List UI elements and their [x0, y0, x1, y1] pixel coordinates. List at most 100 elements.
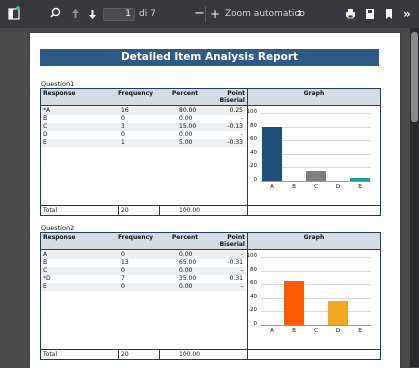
bar-e [349, 177, 371, 181]
x-tick-label: D [335, 328, 341, 334]
table-row: *A 16 80.00 0.25 [41, 107, 246, 115]
table-header: Response Frequency Percent Point Biseria… [41, 233, 380, 250]
table-row: A 0 0.00 - [41, 251, 246, 259]
gridline [261, 257, 371, 258]
table-row: E 0 0.00 - [41, 283, 246, 291]
frequency-cell: 0 [121, 251, 125, 258]
x-tick-label: E [358, 184, 362, 190]
total-percent: 100.00 [179, 351, 200, 358]
bar-b [283, 280, 305, 325]
percent-cell: 35.00 [179, 275, 197, 282]
header-response: Response [43, 90, 76, 97]
point-biserial-cell: -0.13 [227, 123, 243, 130]
print-icon[interactable] [345, 0, 356, 28]
bar-d [327, 301, 349, 325]
table-row: *D 7 35.00 0.31 [41, 275, 246, 283]
x-axis-line [261, 181, 371, 182]
page-number-input[interactable]: 1 [103, 8, 135, 21]
zoom-select[interactable]: Zoom automatico [225, 0, 305, 28]
frequency-cell: 13 [121, 259, 129, 266]
point-biserial-cell: - [240, 283, 243, 290]
response-cell: C [43, 123, 48, 130]
next-page-icon[interactable] [88, 0, 97, 28]
x-axis-line [261, 325, 371, 326]
question-table: Response Frequency Percent Point Biseria… [40, 88, 381, 216]
bookmark-icon[interactable] [385, 0, 393, 28]
header-frequency: Frequency [117, 90, 154, 97]
y-tick-label: 80 [250, 266, 257, 273]
zoom-dropdown-arrow-icon[interactable]: ↕ [296, 0, 303, 28]
y-tick-label: 80 [250, 122, 257, 129]
header-biserial: Biserial [219, 97, 245, 104]
table-row: D 0 0.00 - [41, 131, 246, 139]
frequency-cell: 16 [121, 107, 129, 114]
point-biserial-cell: 0.31 [229, 275, 243, 282]
toolbar-separator [205, 6, 206, 22]
point-biserial-cell: -0.33 [227, 139, 243, 146]
frequency-cell: 1 [121, 139, 125, 146]
frequency-cell: 0 [121, 267, 125, 274]
point-biserial-cell: - [240, 251, 243, 258]
percent-cell: 0.00 [179, 251, 193, 258]
table-header: Response Frequency Percent Point Biseria… [41, 89, 380, 106]
point-biserial-cell: - [240, 131, 243, 138]
zoom-out-icon[interactable]: − [194, 0, 205, 28]
table-row: B 0 0.00 - [41, 115, 246, 123]
y-tick-label: 0 [253, 321, 258, 327]
y-tick-label: 100 [246, 253, 258, 259]
header-point: Point [227, 234, 245, 241]
frequency-cell: 7 [121, 275, 125, 282]
header-frequency: Frequency [117, 234, 154, 241]
percent-cell: 0.00 [179, 283, 193, 290]
more-tools-icon[interactable]: » [403, 0, 411, 28]
zoom-in-icon[interactable]: + [210, 0, 220, 28]
sidebar-toggle-icon[interactable] [8, 0, 20, 28]
percent-cell: 0.00 [179, 115, 193, 122]
response-cell: B [43, 259, 48, 266]
total-percent: 100.00 [179, 207, 200, 214]
response-cell: D [43, 131, 48, 138]
scrollbar-thumb[interactable] [411, 32, 418, 122]
gridline [261, 284, 371, 286]
header-percent: Percent [171, 90, 199, 97]
bar-c [305, 170, 327, 181]
header-graph: Graph [303, 234, 325, 241]
previous-page-icon[interactable] [71, 0, 80, 28]
question-label: Question2 [41, 224, 75, 232]
percent-cell: 0.00 [179, 267, 193, 274]
response-cell: E [43, 283, 47, 290]
x-tick-label: C [314, 184, 318, 190]
response-cell: E [43, 139, 47, 146]
x-tick-label: A [270, 184, 274, 190]
y-tick-label: 60 [250, 280, 257, 287]
y-tick-label: 60 [250, 136, 257, 143]
response-cell: *D [43, 275, 51, 282]
point-biserial-cell: 0.25 [229, 107, 243, 114]
x-tick-label: D [335, 184, 341, 190]
table-row: C 3 15.00 -0.13 [41, 123, 246, 131]
x-tick-label: A [270, 328, 274, 334]
total-label: Total [43, 207, 58, 214]
frequency-cell: 0 [121, 131, 125, 138]
search-icon[interactable] [50, 0, 61, 28]
y-tick-label: 20 [250, 307, 257, 314]
save-icon[interactable] [365, 0, 375, 28]
percent-cell: 80.00 [179, 107, 197, 114]
report-title: Detailed Item Analysis Report [40, 49, 379, 66]
total-label: Total [43, 351, 58, 358]
response-cell: C [43, 267, 48, 274]
table-row: B 13 65.00 -0.31 [41, 259, 246, 267]
percent-cell: 15.00 [179, 123, 197, 130]
y-tick-label: 0 [253, 177, 258, 183]
point-biserial-cell: - [240, 267, 243, 274]
header-percent: Percent [171, 234, 199, 241]
percent-cell: 65.00 [179, 259, 197, 266]
frequency-cell: 0 [121, 283, 125, 290]
gridline [261, 113, 371, 114]
point-biserial-cell: -0.31 [227, 259, 243, 266]
gridline [261, 270, 371, 272]
table-row: E 1 5.00 -0.33 [41, 139, 246, 147]
point-biserial-cell: - [240, 115, 243, 122]
frequency-cell: 0 [121, 115, 125, 122]
gridline [261, 311, 371, 313]
